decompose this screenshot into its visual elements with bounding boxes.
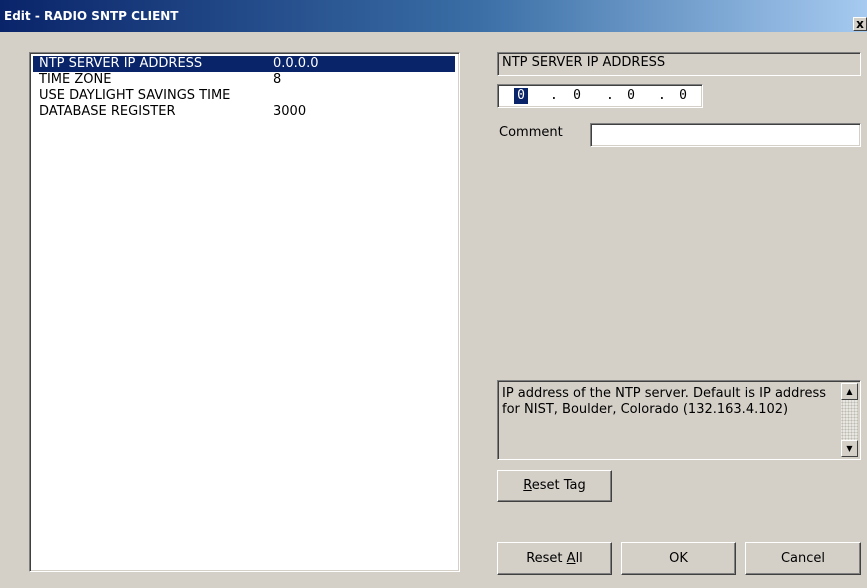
help-scrollbar[interactable]: ▲ ▼ <box>841 383 858 457</box>
window-title: Edit - RADIO SNTP CLIENT <box>4 9 179 23</box>
list-item[interactable]: DATABASE REGISTER 3000 <box>33 104 455 120</box>
edit-dialog: Edit - RADIO SNTP CLIENT x NTP SERVER IP… <box>0 0 867 588</box>
ip-octet-2[interactable]: 0 <box>570 88 584 104</box>
reset-all-label-start: Reset <box>526 551 567 566</box>
scroll-up-button[interactable]: ▲ <box>841 383 858 400</box>
ip-separator: . <box>550 88 558 103</box>
list-item[interactable]: TIME ZONE 8 <box>33 72 455 88</box>
reset-tag-mnemonic: R <box>523 478 532 493</box>
reset-all-label-end: ll <box>575 551 583 566</box>
help-box: IP address of the NTP server. Default is… <box>497 380 861 460</box>
reset-all-button[interactable]: Reset All <box>497 542 612 575</box>
reset-tag-button[interactable]: Reset Tag <box>497 470 612 502</box>
list-item-value: 8 <box>273 72 282 87</box>
list-item[interactable]: USE DAYLIGHT SAVINGS TIME <box>33 88 455 104</box>
ip-address-input[interactable]: 0 . 0 . 0 . 0 <box>497 84 703 108</box>
cancel-button[interactable]: Cancel <box>745 542 861 575</box>
tag-list[interactable]: NTP SERVER IP ADDRESS 0.0.0.0 TIME ZONE … <box>29 52 460 572</box>
list-item-label: NTP SERVER IP ADDRESS <box>39 56 203 71</box>
ip-octet-3[interactable]: 0 <box>624 88 638 104</box>
list-item-label: DATABASE REGISTER <box>39 104 176 119</box>
arrow-down-icon: ▼ <box>846 444 853 453</box>
ip-separator: . <box>658 88 666 103</box>
ip-octet-1[interactable]: 0 <box>514 88 528 104</box>
list-item-label: USE DAYLIGHT SAVINGS TIME <box>39 88 231 103</box>
ok-button[interactable]: OK <box>621 542 736 575</box>
reset-all-mnemonic: A <box>566 551 576 566</box>
reset-tag-label: eset Tag <box>531 478 586 493</box>
help-text: IP address of the NTP server. Default is… <box>502 386 827 417</box>
list-item-value: 0.0.0.0 <box>273 56 319 71</box>
ip-separator: . <box>606 88 614 103</box>
close-icon: x <box>856 17 864 31</box>
comment-label: Comment <box>499 125 563 140</box>
arrow-up-icon: ▲ <box>846 387 853 396</box>
list-item[interactable]: NTP SERVER IP ADDRESS 0.0.0.0 <box>33 56 455 72</box>
list-item-value: 3000 <box>273 104 307 119</box>
title-bar[interactable]: Edit - RADIO SNTP CLIENT x <box>0 0 867 32</box>
close-button[interactable]: x <box>853 17 867 31</box>
ip-octet-4[interactable]: 0 <box>676 88 690 104</box>
scroll-down-button[interactable]: ▼ <box>841 440 858 457</box>
list-item-label: TIME ZONE <box>39 72 112 87</box>
comment-field[interactable] <box>590 123 861 147</box>
field-title: NTP SERVER IP ADDRESS <box>497 52 861 76</box>
